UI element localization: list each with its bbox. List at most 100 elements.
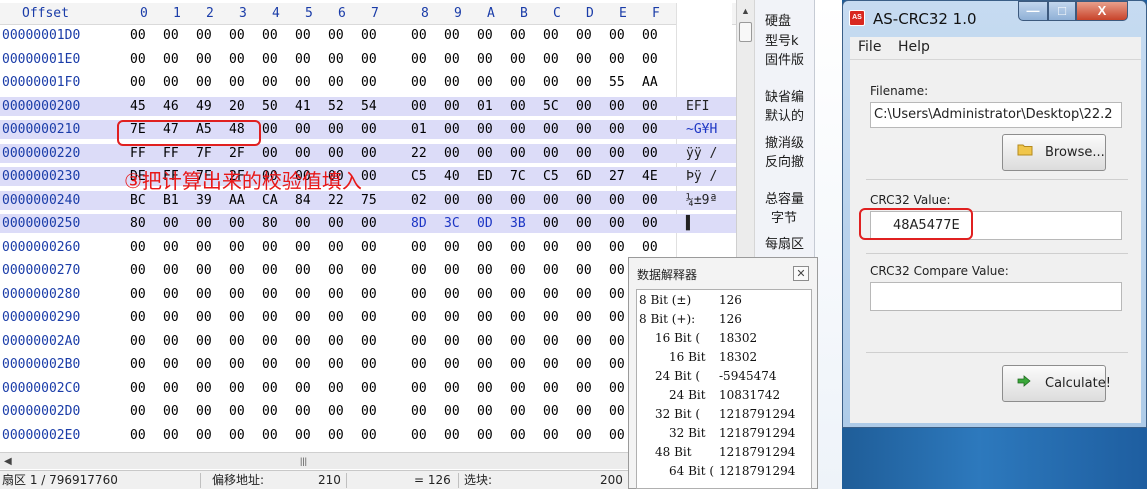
hex-byte[interactable]: 00: [609, 379, 625, 398]
hex-byte[interactable]: 00: [477, 355, 493, 374]
interpreter-row[interactable]: 16 Bit (18302: [637, 329, 811, 347]
hex-byte[interactable]: 00: [543, 238, 559, 257]
hex-byte[interactable]: 00: [576, 308, 592, 327]
hex-byte[interactable]: 49: [196, 97, 212, 116]
hex-byte[interactable]: 00: [576, 50, 592, 69]
hex-byte[interactable]: 00: [444, 332, 460, 351]
hex-byte[interactable]: 00: [642, 26, 658, 45]
hex-byte[interactable]: 00: [642, 214, 658, 233]
hex-row[interactable]: 0000000220 FF FF 7F 2F 00 00 00 00 22 00 00 00 00 00 00…: [0, 143, 736, 163]
hex-byte[interactable]: 00: [444, 379, 460, 398]
hex-byte[interactable]: 00: [444, 26, 460, 45]
hex-byte[interactable]: 00: [576, 426, 592, 445]
hex-row[interactable]: 0000000290 00 00 00 00 00 00 00 00 00 00 00 00 00 00 00…: [0, 308, 736, 327]
hex-byte[interactable]: 00: [444, 308, 460, 327]
hex-byte[interactable]: 00: [328, 402, 344, 421]
hex-byte[interactable]: C5: [411, 167, 427, 186]
hex-byte[interactable]: 00: [328, 379, 344, 398]
hex-byte[interactable]: 27: [609, 167, 625, 186]
hex-byte[interactable]: 00: [196, 261, 212, 280]
hex-byte[interactable]: 00: [361, 238, 377, 257]
hex-byte[interactable]: 00: [576, 144, 592, 163]
hex-row[interactable]: 00000001F0 00 00 00 00 00 00 00 00 00 00 00 00 00 00 55…: [0, 73, 736, 92]
hex-byte[interactable]: 00: [477, 191, 493, 210]
hex-byte[interactable]: 00: [229, 214, 245, 233]
hex-row[interactable]: 0000000230 DE FF 7F 2F 00 00 00 00 C5 40 ED 7C C5 6D 27…: [0, 167, 736, 186]
hex-byte[interactable]: 00: [411, 332, 427, 351]
filename-field[interactable]: C:\Users\Administrator\Desktop\22.2: [870, 102, 1122, 128]
hex-byte[interactable]: 00: [543, 26, 559, 45]
hex-byte[interactable]: 41: [295, 97, 311, 116]
hex-byte[interactable]: 00: [510, 50, 526, 69]
hex-byte[interactable]: 00: [444, 120, 460, 139]
hex-byte[interactable]: 00: [576, 379, 592, 398]
hex-byte[interactable]: 00: [163, 355, 179, 374]
hex-byte[interactable]: 00: [411, 379, 427, 398]
hex-byte[interactable]: 00: [543, 214, 559, 233]
hex-byte[interactable]: 00: [262, 308, 278, 327]
hex-byte[interactable]: 00: [163, 426, 179, 445]
hex-byte[interactable]: 00: [262, 144, 278, 163]
hex-byte[interactable]: 00: [510, 191, 526, 210]
hex-byte[interactable]: 00: [328, 120, 344, 139]
hex-byte[interactable]: 00: [130, 261, 146, 280]
hex-byte[interactable]: 00: [411, 73, 427, 92]
hex-byte[interactable]: FF: [163, 144, 179, 163]
hex-byte[interactable]: 00: [510, 73, 526, 92]
hex-byte[interactable]: 50: [262, 97, 278, 116]
hex-byte[interactable]: 00: [609, 97, 625, 116]
hex-byte[interactable]: 00: [262, 332, 278, 351]
hex-byte[interactable]: 00: [543, 50, 559, 69]
hex-byte[interactable]: 00: [543, 426, 559, 445]
scroll-left-arrow-icon[interactable]: ◀: [4, 453, 12, 470]
hex-byte[interactable]: 00: [163, 26, 179, 45]
hex-byte[interactable]: 00: [295, 214, 311, 233]
interpreter-row[interactable]: 64 Bit (1218791294: [637, 462, 811, 480]
hex-byte[interactable]: 00: [510, 355, 526, 374]
hex-byte[interactable]: 00: [361, 120, 377, 139]
hex-byte[interactable]: 80: [262, 214, 278, 233]
hex-byte[interactable]: 00: [229, 50, 245, 69]
hex-byte[interactable]: 00: [444, 402, 460, 421]
hex-byte[interactable]: 00: [642, 238, 658, 257]
scroll-grip-icon[interactable]: |||: [300, 453, 307, 470]
hex-byte[interactable]: 00: [229, 238, 245, 257]
hex-byte[interactable]: 00: [196, 308, 212, 327]
horizontal-scrollbar[interactable]: ◀ |||: [0, 452, 628, 469]
hex-byte[interactable]: 00: [262, 261, 278, 280]
hex-row[interactable]: 0000000270 00 00 00 00 00 00 00 00 00 00 00 00 00 00 00…: [0, 261, 736, 280]
hex-byte[interactable]: 00: [130, 379, 146, 398]
hex-byte[interactable]: 00: [229, 308, 245, 327]
hex-byte[interactable]: 00: [328, 285, 344, 304]
hex-byte[interactable]: 00: [411, 402, 427, 421]
hex-byte[interactable]: 00: [543, 73, 559, 92]
hex-byte[interactable]: 00: [229, 426, 245, 445]
hex-byte[interactable]: 00: [328, 308, 344, 327]
hex-byte[interactable]: 00: [543, 308, 559, 327]
hex-byte[interactable]: 00: [411, 261, 427, 280]
interpreter-row[interactable]: 24 Bit (-5945474: [637, 367, 811, 385]
hex-byte[interactable]: 00: [411, 26, 427, 45]
hex-byte[interactable]: 00: [609, 426, 625, 445]
hex-byte[interactable]: 00: [328, 214, 344, 233]
hex-row[interactable]: 0000000280 00 00 00 00 00 00 00 00 00 00 00 00 00 00 00…: [0, 285, 736, 304]
hex-row[interactable]: 0000000200 45 46 49 20 50 41 52 54 00 00 01 00 5C 00 00…: [0, 96, 736, 116]
hex-row[interactable]: 00000001E0 00 00 00 00 00 00 00 00 00 00 00 00 00 00 00…: [0, 50, 736, 69]
crc32-window[interactable]: AS AS-CRC32 1.0 — □ X File Help Filename…: [842, 0, 1147, 489]
hex-byte[interactable]: 00: [196, 379, 212, 398]
hex-byte[interactable]: 00: [229, 379, 245, 398]
hex-byte[interactable]: 00: [295, 144, 311, 163]
hex-byte[interactable]: 00: [444, 426, 460, 445]
hex-row[interactable]: 0000000250 80 00 00 00 80 00 00 00 8D 3C 0D 3B 00 00 00…: [0, 214, 736, 233]
hex-byte[interactable]: 00: [196, 285, 212, 304]
hex-byte[interactable]: 00: [163, 332, 179, 351]
hex-byte[interactable]: 00: [262, 73, 278, 92]
hex-row[interactable]: 0000000260 00 00 00 00 00 00 00 00 00 00 00 00 00 00 00…: [0, 238, 736, 257]
hex-byte[interactable]: 00: [444, 238, 460, 257]
hex-byte[interactable]: 00: [477, 426, 493, 445]
hex-byte[interactable]: 00: [609, 191, 625, 210]
hex-row[interactable]: 00000002A0 00 00 00 00 00 00 00 00 00 00 00 00 00 00 00…: [0, 332, 736, 351]
hex-byte[interactable]: 00: [130, 50, 146, 69]
hex-byte[interactable]: 00: [295, 50, 311, 69]
hex-byte[interactable]: 20: [229, 97, 245, 116]
